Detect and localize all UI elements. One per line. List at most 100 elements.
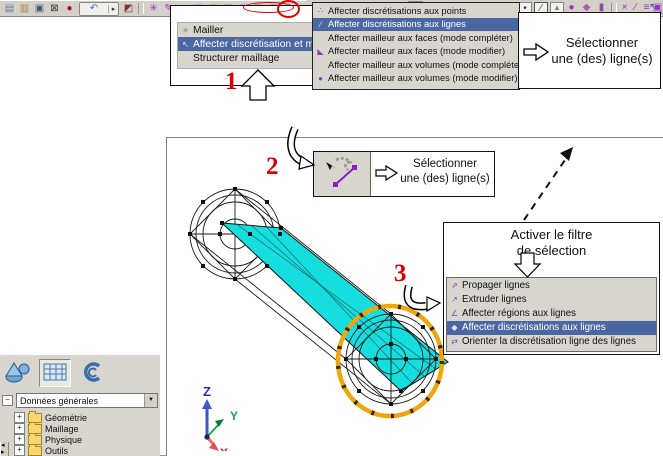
axes-triad: Z Y X — [202, 384, 238, 451]
expand-icon[interactable]: + — [14, 412, 25, 423]
axis-x-label: X — [220, 446, 228, 451]
step-number-1: 1 — [225, 68, 238, 96]
root-collapse-box[interactable]: − — [2, 395, 13, 406]
toolbar-separator — [138, 3, 144, 14]
folder-icon — [28, 446, 42, 456]
collapse-right-icon[interactable]: ▸ — [1, 449, 8, 456]
panel-tabs — [0, 355, 160, 389]
tree-root-row: − Données générales ▼ — [2, 393, 158, 408]
axis-z-label: Z — [203, 384, 211, 399]
context-item-discretisations[interactable]: ◆ Affecter discrétisations aux lignes — [447, 321, 656, 335]
tree-label: Physique — [45, 435, 82, 445]
propager-icon: ⇗ — [447, 281, 462, 290]
import-icon[interactable]: ▤ — [2, 2, 17, 16]
tree-item-outils[interactable]: + Outils — [14, 445, 160, 456]
mesh-icon — [42, 360, 68, 384]
select-lines-callout-top: Sélectionner une (des) ligne(s) — [518, 12, 661, 89]
submenu-item-lignes[interactable]: ∕ Affecter discrétisations aux lignes — [313, 18, 519, 32]
expand-icon[interactable]: + — [14, 434, 25, 445]
expand-icon[interactable]: + — [14, 445, 25, 456]
arrow-right-icon — [522, 40, 550, 64]
menu-item-label: Structurer maillage — [193, 53, 279, 64]
create-point-icon[interactable]: ✳ — [146, 2, 161, 16]
tool-icon-cell — [314, 152, 371, 196]
context-label: Extruder lignes — [462, 294, 527, 305]
submenu-item-faces-modifier[interactable]: ◣ Affecter mailleur aux faces (mode modi… — [313, 45, 519, 59]
callout-line1: Sélectionner — [398, 157, 492, 172]
submenu-item-points[interactable]: ∴ Affecter discrétisations aux points — [313, 4, 519, 18]
undo-widget[interactable]: ↶ ▸ — [79, 2, 119, 16]
filter-callout: Activer le filtre de sélection ⇗ Propage… — [443, 222, 660, 355]
open-icon[interactable]: ▥ — [17, 2, 32, 16]
orienter-icon: ⇄ — [447, 337, 462, 346]
geometry-icon — [5, 360, 31, 384]
submenu-label: Affecter discrétisations aux lignes — [328, 19, 466, 29]
context-label: Propager lignes — [462, 280, 530, 291]
mailler-icon: ✳ — [178, 26, 193, 35]
delete-icon[interactable]: ⊠ — [47, 2, 62, 16]
filter-title-line1: Activer le filtre — [444, 227, 659, 243]
context-label: Orienter la discrétisation ligne des lig… — [462, 336, 636, 347]
lines-context-menu: ⇗ Propager lignes ↗ Extruder lignes ∠ Af… — [446, 277, 657, 352]
tree-label: Maillage — [45, 424, 79, 434]
submenu-label: Affecter mailleur aux volumes (mode comp… — [328, 60, 525, 70]
tree-body: + Géométrie + Maillage + Physique + Outi… — [0, 412, 160, 456]
data-root-combobox[interactable]: Données générales ▼ — [16, 393, 158, 408]
context-item-extruder[interactable]: ↗ Extruder lignes — [447, 292, 656, 306]
expand-icon[interactable]: + — [14, 423, 25, 434]
callout-line1: Sélectionner — [547, 35, 657, 51]
selected-cyan-band[interactable] — [222, 223, 448, 391]
tree-label: Outils — [45, 446, 68, 456]
callout-text: Sélectionner une (des) ligne(s) — [547, 35, 657, 67]
submenu-item-faces-completer[interactable]: Affecter mailleur aux faces (mode complé… — [313, 31, 519, 45]
menu-item-label: Mailler — [193, 25, 223, 36]
discretisations-icon: ◆ — [447, 323, 462, 332]
undo-dropdown-icon[interactable]: ▸ — [108, 5, 118, 13]
collapse-left-icon[interactable]: ◂ — [1, 442, 8, 449]
submenu-label: Affecter mailleur aux volumes (mode modi… — [328, 73, 517, 83]
submenu-label: Affecter discrétisations aux points — [328, 6, 466, 16]
tab-mesh[interactable] — [39, 359, 71, 387]
step-number-3: 3 — [394, 260, 407, 288]
undo-icon[interactable]: ↶ — [80, 3, 108, 14]
clamp-icon — [80, 360, 106, 384]
panel-splitter[interactable]: ◂ ▸ — [0, 442, 9, 456]
context-item-orienter[interactable]: ⇄ Orienter la discrétisation ligne des l… — [447, 335, 656, 349]
submenu-item-volumes-completer[interactable]: Affecter mailleur aux volumes (mode comp… — [313, 58, 519, 72]
context-label: Affecter régions aux lignes — [462, 308, 576, 319]
affecter-icon: ↖ — [178, 40, 193, 49]
tab-geometry[interactable] — [3, 360, 33, 386]
context-item-regions[interactable]: ∠ Affecter régions aux lignes — [447, 306, 656, 320]
record-icon[interactable]: ● — [62, 2, 77, 16]
tab-physics[interactable] — [78, 360, 108, 386]
save-icon[interactable]: ▣ — [32, 2, 47, 16]
axis-y-label: Y — [230, 409, 238, 423]
volumes-icon: ● — [313, 74, 328, 83]
context-item-propager[interactable]: ⇗ Propager lignes — [447, 278, 656, 292]
submenu-label: Affecter mailleur aux faces (mode complé… — [328, 33, 513, 43]
combo-dropdown-icon[interactable]: ▼ — [144, 394, 157, 407]
lines-icon: ∕ — [313, 20, 328, 29]
combo-value: Données générales — [17, 396, 144, 406]
filter-title-line2: de sélection — [444, 243, 659, 259]
submenu-item-volumes-modifier[interactable]: ● Affecter mailleur aux volumes (mode mo… — [313, 72, 519, 86]
submenu-label: Affecter mailleur aux faces (mode modifi… — [328, 46, 505, 56]
regions-icon: ∠ — [447, 309, 462, 318]
select-lines-callout-mid: Sélectionner une (des) ligne(s) — [313, 151, 495, 197]
arrow-right-icon — [374, 162, 400, 184]
points-icon: ∴ — [313, 6, 328, 15]
affecter-discretisations-lignes-icon — [314, 152, 370, 194]
tree-label: Géométrie — [45, 413, 87, 423]
application-window: Projet Application Vue Affichage Sélecti… — [0, 0, 663, 456]
filter-title: Activer le filtre de sélection — [444, 227, 659, 259]
step-number-2: 2 — [266, 153, 279, 181]
callout-text: Sélectionner une (des) ligne(s) — [398, 157, 492, 187]
redo-icon[interactable]: ◩ — [121, 2, 136, 16]
step1-submenu-popup: ∴ Affecter discrétisations aux points ∕ … — [312, 2, 520, 90]
callout-line2: une (des) ligne(s) — [398, 172, 492, 187]
callout-line2: une (des) ligne(s) — [547, 51, 657, 67]
context-label: Affecter discrétisations aux lignes — [462, 322, 606, 333]
faces-icon: ◣ — [313, 47, 328, 56]
extruder-icon: ↗ — [447, 295, 462, 304]
left-data-panel: − Données générales ▼ + Géométrie + Mail… — [0, 355, 160, 456]
